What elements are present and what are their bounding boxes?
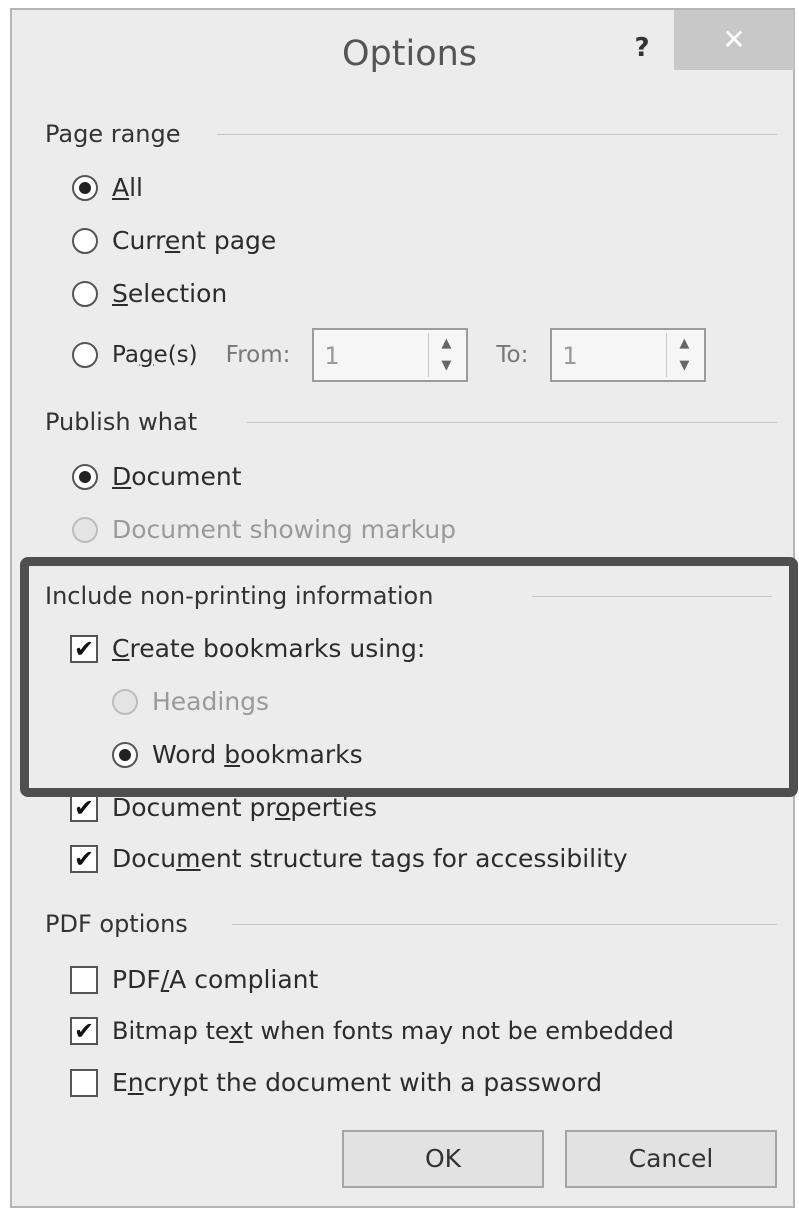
radio-current-page-button[interactable] xyxy=(72,227,98,254)
close-icon: ✕ xyxy=(722,23,746,56)
checkbox-structure-tags-label: Document structure tags for accessibilit… xyxy=(112,844,628,873)
to-spinner-arrows[interactable]: ▲ ▼ xyxy=(666,333,701,377)
spin-up-icon[interactable]: ▲ xyxy=(667,333,701,355)
close-button[interactable]: ✕ xyxy=(674,10,794,70)
pdf-options-label: PDF options xyxy=(45,910,188,938)
from-spinner-arrows[interactable]: ▲ ▼ xyxy=(428,333,463,377)
checkbox-bitmap-text[interactable]: ✔ Bitmap text when fonts may not be embe… xyxy=(70,1017,674,1045)
checkbox-bitmap-text-label: Bitmap text when fonts may not be embedd… xyxy=(112,1017,674,1045)
radio-document-button[interactable] xyxy=(72,463,98,490)
radio-selection[interactable]: Selection xyxy=(72,279,227,308)
radio-selection-label: Selection xyxy=(112,279,228,308)
radio-pages-row: Page(s) From: 1 ▲ ▼ To: 1 ▲ ▼ xyxy=(72,328,707,382)
page-range-divider xyxy=(217,134,777,135)
to-spinner[interactable]: 1 ▲ ▼ xyxy=(550,328,707,382)
checkbox-document-properties[interactable]: ✔ Document properties xyxy=(70,793,377,822)
cancel-button[interactable]: Cancel xyxy=(565,1130,777,1188)
checkbox-structure-tags-box[interactable]: ✔ xyxy=(70,844,98,873)
help-button[interactable]: ? xyxy=(624,28,660,68)
radio-document-markup-label: Document showing markup xyxy=(112,515,457,544)
radio-document-markup: Document showing markup xyxy=(72,515,456,544)
radio-document-label: Document xyxy=(112,462,242,491)
to-label: To: xyxy=(496,342,529,368)
checkbox-document-properties-box[interactable]: ✔ xyxy=(70,793,98,822)
dialog-title: Options xyxy=(342,34,478,74)
radio-document-markup-button xyxy=(72,516,98,543)
radio-current-page-label: Current page xyxy=(112,226,277,255)
checkbox-pdfa-label: PDF/A compliant xyxy=(112,965,319,994)
title-bar: Options ? ✕ xyxy=(12,10,794,102)
checkbox-pdfa-box[interactable] xyxy=(70,965,98,994)
radio-all-button[interactable] xyxy=(72,174,98,201)
to-value: 1 xyxy=(562,342,578,370)
radio-pages-label[interactable]: Page(s) xyxy=(112,342,198,368)
radio-document[interactable]: Document xyxy=(72,462,242,491)
radio-selection-button[interactable] xyxy=(72,280,98,307)
checkbox-encrypt-label: Encrypt the document with a password xyxy=(112,1068,603,1097)
publish-what-divider xyxy=(247,422,777,423)
checkbox-bitmap-text-box[interactable]: ✔ xyxy=(70,1017,98,1045)
from-label: From: xyxy=(225,342,291,368)
publish-what-label: Publish what xyxy=(45,408,198,436)
from-spinner[interactable]: 1 ▲ ▼ xyxy=(312,328,469,382)
radio-pages-button[interactable] xyxy=(72,342,98,368)
checkbox-pdfa[interactable]: PDF/A compliant xyxy=(70,965,318,994)
radio-all-label: All xyxy=(112,173,144,202)
spin-up-icon[interactable]: ▲ xyxy=(429,333,463,355)
highlight-box xyxy=(20,557,798,797)
pdf-options-divider xyxy=(232,924,777,925)
radio-current-page[interactable]: Current page xyxy=(72,226,276,255)
page-range-label: Page range xyxy=(45,120,181,148)
ok-button[interactable]: OK xyxy=(342,1130,544,1188)
radio-all[interactable]: All xyxy=(72,173,143,202)
checkbox-encrypt[interactable]: Encrypt the document with a password xyxy=(70,1068,602,1097)
spin-down-icon[interactable]: ▼ xyxy=(429,355,463,377)
checkbox-document-properties-label: Document properties xyxy=(112,793,378,822)
checkbox-structure-tags[interactable]: ✔ Document structure tags for accessibil… xyxy=(70,844,628,873)
checkbox-encrypt-box[interactable] xyxy=(70,1068,98,1097)
from-value: 1 xyxy=(324,342,340,370)
spin-down-icon[interactable]: ▼ xyxy=(667,355,701,377)
